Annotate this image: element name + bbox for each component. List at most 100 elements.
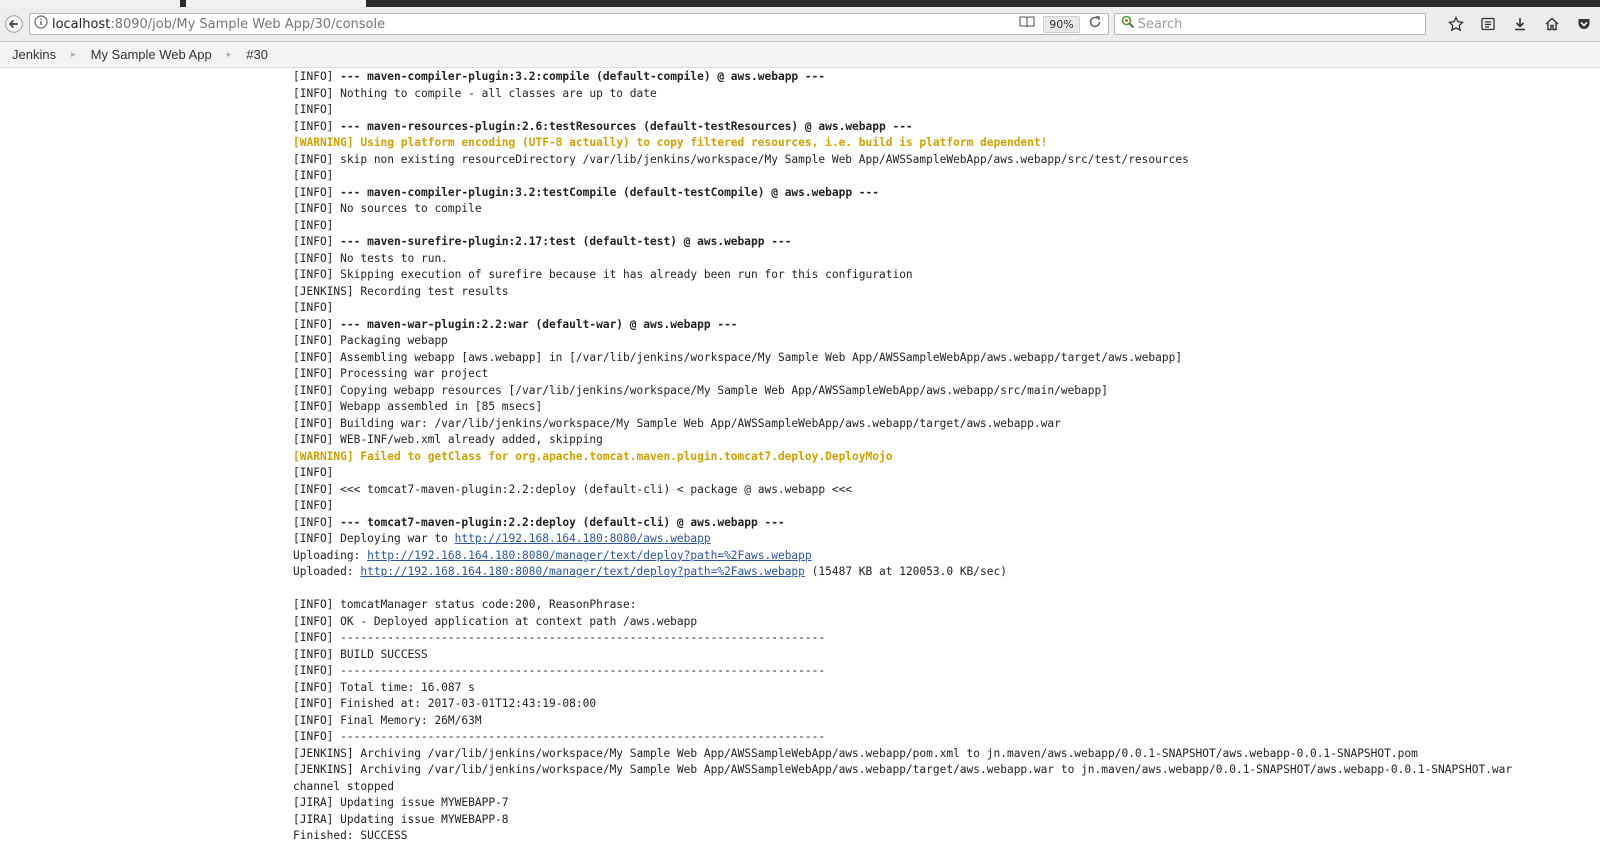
console-phase-header: --- tomcat7-maven-plugin:2.2:deploy (def… xyxy=(340,515,785,529)
back-button[interactable] xyxy=(3,13,25,35)
console-line: [JENKINS] Archiving /var/lib/jenkins/wor… xyxy=(293,746,1593,763)
breadcrumb-separator-icon: ▸ xyxy=(226,49,232,59)
console-line: [INFO] OK - Deployed application at cont… xyxy=(293,614,1593,631)
console-text: [INFO] xyxy=(293,119,341,133)
console-text: [INFO] ---------------------------------… xyxy=(293,664,826,677)
site-info-icon[interactable] xyxy=(34,15,48,33)
console-line: [INFO] xyxy=(293,300,1593,317)
console-text: [INFO] ---------------------------------… xyxy=(293,730,826,743)
console-line: Uploading: http://192.168.164.180:8080/m… xyxy=(293,548,1593,565)
breadcrumb: Jenkins ▸ My Sample Web App ▸ #30 xyxy=(0,42,1600,68)
console-text: [INFO] Assembling webapp [aws.webapp] in… xyxy=(293,350,1183,364)
console-text: [INFO] Deploying war to xyxy=(293,532,455,545)
console-link[interactable]: http://192.168.164.180:8080/manager/text… xyxy=(360,565,805,578)
console-text: [INFO] ---------------------------------… xyxy=(293,631,826,644)
console-line: [INFO] --- maven-war-plugin:2.2:war (def… xyxy=(293,317,1593,334)
console-text: [INFO] xyxy=(293,515,341,529)
console-line: [INFO] --- maven-surefire-plugin:2.17:te… xyxy=(293,234,1593,251)
browser-tab-active[interactable] xyxy=(186,0,366,7)
console-text: [INFO] No sources to compile xyxy=(293,202,482,215)
reader-view-icon[interactable] xyxy=(1019,15,1035,33)
console-line: [INFO] --- maven-compiler-plugin:3.2:com… xyxy=(293,69,1593,86)
console-text: [INFO] xyxy=(293,466,334,479)
console-text: [INFO] Nothing to compile - all classes … xyxy=(293,86,657,100)
console-line: [INFO] xyxy=(293,465,1593,482)
console-line: [INFO] --- tomcat7-maven-plugin:2.2:depl… xyxy=(293,515,1593,532)
console-text: [INFO] <<< tomcat7-maven-plugin:2.2:depl… xyxy=(293,482,853,496)
console-line: [JENKINS] Recording test results xyxy=(293,284,1593,301)
console-line: [INFO] Building war: /var/lib/jenkins/wo… xyxy=(293,416,1593,433)
console-line: [JIRA] Updating issue MYWEBAPP-7 xyxy=(293,795,1593,812)
console-line: [INFO] Nothing to compile - all classes … xyxy=(293,86,1593,103)
reload-icon[interactable] xyxy=(1088,15,1102,33)
console-link[interactable]: http://192.168.164.180:8080/manager/text… xyxy=(367,549,812,562)
console-line: [INFO] <<< tomcat7-maven-plugin:2.2:depl… xyxy=(293,482,1593,499)
console-phase-header: --- maven-resources-plugin:2.6:testResou… xyxy=(340,119,913,133)
console-line: [INFO] ---------------------------------… xyxy=(293,630,1593,647)
console-text: Finished: SUCCESS xyxy=(293,829,408,842)
console-text: Uploaded: xyxy=(293,565,361,578)
console-line: [INFO] xyxy=(293,168,1593,185)
console-text: (15487 KB at 120053.0 KB/sec) xyxy=(804,565,1007,578)
console-text: [INFO] Webapp assembled in [85 msecs] xyxy=(293,400,543,413)
search-icon xyxy=(1121,15,1135,33)
breadcrumb-jenkins[interactable]: Jenkins xyxy=(12,47,56,62)
console-line: [INFO] xyxy=(293,102,1593,119)
console-warning: [WARNING] Using platform encoding (UTF-8… xyxy=(293,136,1048,149)
url-host: localhost xyxy=(51,16,111,32)
console-line: [INFO] --- maven-resources-plugin:2.6:te… xyxy=(293,119,1593,136)
console-text: [INFO] Packaging webapp xyxy=(293,334,448,347)
console-line: [INFO] xyxy=(293,218,1593,235)
console-text: [INFO] Copying webapp resources [/var/li… xyxy=(293,383,1108,397)
console-warning: [WARNING] Failed to getClass for org.apa… xyxy=(293,449,893,463)
console-output: [INFO] --- maven-compiler-plugin:3.2:com… xyxy=(293,69,1593,845)
console-text: [INFO] xyxy=(293,235,341,248)
console-line: [INFO] Final Memory: 26M/63M xyxy=(293,713,1593,730)
console-line: [JIRA] Updating issue MYWEBAPP-8 xyxy=(293,812,1593,829)
console-text: [INFO] xyxy=(293,499,334,512)
browser-tab[interactable] xyxy=(0,0,180,7)
console-line: [INFO] Assembling webapp [aws.webapp] in… xyxy=(293,350,1593,367)
url-path: :8090/job/My Sample Web App/30/console xyxy=(110,16,386,32)
console-line: [INFO] ---------------------------------… xyxy=(293,663,1593,680)
console-phase-header: --- maven-compiler-plugin:3.2:compile (d… xyxy=(340,70,826,83)
console-text: [INFO] Building war: /var/lib/jenkins/wo… xyxy=(293,416,1061,430)
search-input[interactable]: Search xyxy=(1113,13,1426,35)
console-text: [INFO] skip non existing resourceDirecto… xyxy=(293,152,1189,166)
console-link[interactable]: http://192.168.164.180:8080/aws.webapp xyxy=(455,532,711,545)
home-icon[interactable] xyxy=(1536,12,1568,36)
console-text: [JENKINS] Archiving /var/lib/jenkins/wor… xyxy=(293,763,1513,776)
console-line: Uploaded: http://192.168.164.180:8080/ma… xyxy=(293,564,1593,581)
breadcrumb-job[interactable]: My Sample Web App xyxy=(91,47,212,62)
console-line: channel stopped xyxy=(293,779,1593,796)
console-line: [INFO] BUILD SUCCESS xyxy=(293,647,1593,664)
console-text: [INFO] xyxy=(293,301,334,314)
zoom-level-button[interactable]: 90% xyxy=(1043,15,1080,33)
console-text: [INFO] No tests to run. xyxy=(293,251,448,265)
pocket-icon[interactable] xyxy=(1568,12,1600,36)
console-line: [INFO] WEB-INF/web.xml already added, sk… xyxy=(293,432,1593,449)
search-placeholder: Search xyxy=(1137,16,1183,32)
console-line: [INFO] Packaging webapp xyxy=(293,333,1593,350)
navigation-toolbar: localhost:8090/job/My Sample Web App/30/… xyxy=(0,7,1600,42)
console-text: [INFO] xyxy=(293,103,334,116)
console-line: [WARNING] Using platform encoding (UTF-8… xyxy=(293,135,1593,152)
url-bar[interactable]: localhost:8090/job/My Sample Web App/30/… xyxy=(28,13,1109,35)
console-line: [INFO] No tests to run. xyxy=(293,251,1593,268)
downloads-icon[interactable] xyxy=(1504,12,1536,36)
breadcrumb-build[interactable]: #30 xyxy=(246,47,268,62)
bookmarks-list-icon[interactable] xyxy=(1472,12,1504,36)
console-text: [INFO] xyxy=(293,169,334,182)
console-line: [INFO] Copying webapp resources [/var/li… xyxy=(293,383,1593,400)
console-line: [INFO] tomcatManager status code:200, Re… xyxy=(293,597,1593,614)
console-phase-header: --- maven-surefire-plugin:2.17:test (def… xyxy=(340,235,792,248)
console-line: [INFO] Skipping execution of surefire be… xyxy=(293,267,1593,284)
console-text: [INFO] xyxy=(293,70,341,83)
console-text: [INFO] Final Memory: 26M/63M xyxy=(293,713,482,727)
breadcrumb-separator-icon: ▸ xyxy=(71,49,76,59)
console-phase-header: --- maven-compiler-plugin:3.2:testCompil… xyxy=(340,185,879,199)
console-text: [INFO] Total time: 16.087 s xyxy=(293,680,475,694)
console-text: [INFO] Skipping execution of surefire be… xyxy=(293,268,913,281)
bookmark-star-icon[interactable] xyxy=(1440,12,1472,36)
